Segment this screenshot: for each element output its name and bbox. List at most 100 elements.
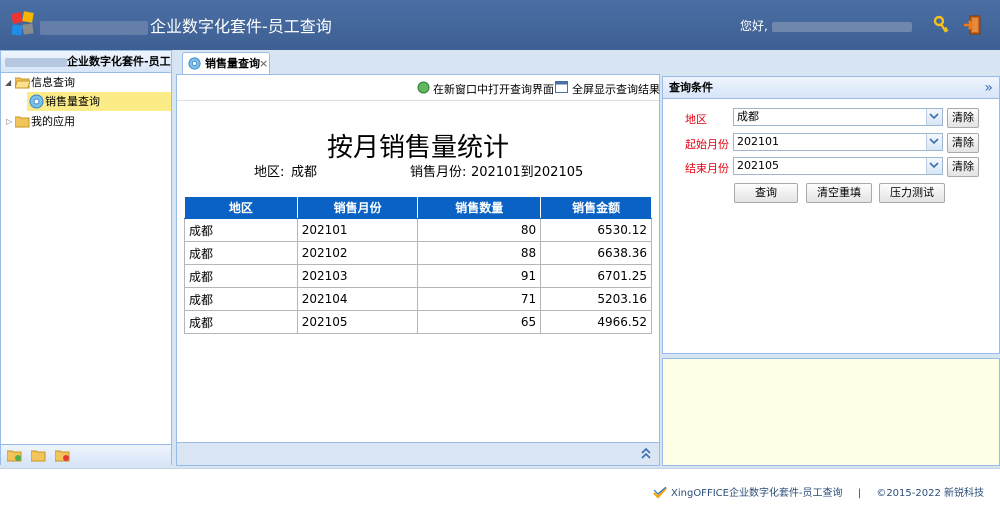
- column-header-amount: 销售金额: [540, 196, 652, 219]
- tree-item-info-query[interactable]: ◢ 信息查询: [1, 73, 171, 92]
- footer-separator: |: [857, 488, 862, 499]
- window-icon: [555, 81, 568, 93]
- tree-item-label: 信息查询: [31, 76, 75, 89]
- start-month-select-value: 202101: [737, 135, 779, 148]
- dropdown-arrow-icon[interactable]: [926, 109, 942, 125]
- tree-item-sales-query[interactable]: 销售量查询: [27, 92, 171, 111]
- region-value: 成都: [291, 165, 318, 180]
- table-row: 成都 202101 80 6530.12: [184, 218, 652, 242]
- end-month-field-label: 结束月份: [685, 162, 729, 175]
- report-title: 按月销售量统计: [326, 133, 509, 163]
- app-logo-icon: [11, 11, 34, 36]
- app-title: 企业数字化套件-员工查询: [40, 13, 332, 37]
- app-header: 企业数字化套件-员工查询 您好,: [0, 0, 1000, 50]
- tree-item-my-apps[interactable]: ▷ 我的应用: [1, 112, 171, 131]
- dropdown-arrow-icon[interactable]: [926, 158, 942, 174]
- report-panel: 在新窗口中打开查询界面 全屏显示查询结果 按月销售量统计 地区: 成都 销售月份…: [176, 74, 660, 466]
- tab-label: 销售量查询: [205, 57, 260, 70]
- cell-month: 202101: [296, 218, 419, 242]
- footer-product: XingOFFICE企业数字化套件-员工查询: [671, 488, 843, 499]
- query-panel-header: 查询条件 »: [663, 77, 999, 99]
- cell-amount: 6701.25: [540, 264, 652, 288]
- user-greeting: 您好,: [740, 17, 912, 34]
- table-row: 成都 202104 71 5203.16: [184, 287, 652, 311]
- collapse-arrow-icon[interactable]: ▷: [6, 112, 12, 131]
- redacted-username: [771, 21, 912, 32]
- redacted-brand: [40, 20, 148, 35]
- cell-region: 成都: [184, 241, 298, 265]
- cell-month: 202102: [296, 241, 419, 265]
- key-icon[interactable]: [932, 15, 950, 35]
- open-new-window-label: 在新窗口中打开查询界面: [433, 83, 554, 96]
- fullscreen-label: 全屏显示查询结果: [572, 83, 660, 96]
- start-month-field-label: 起始月份: [685, 138, 729, 151]
- sales-table: 地区 销售月份 销售数量 销售金额 成都 202101 80 6530.12 成都 20…: [184, 196, 652, 334]
- tab-sales-query[interactable]: 销售量查询 ×: [182, 52, 270, 75]
- query-panel-title: 查询条件: [669, 81, 713, 94]
- collapse-panel-icon[interactable]: »: [984, 77, 993, 99]
- region-field-label: 地区: [685, 113, 707, 126]
- query-panel: 查询条件 » 地区 成都 清除 起始月份 202101 清除 结束月份 2021…: [662, 76, 1000, 354]
- gear-globe-icon: [188, 57, 201, 70]
- cell-quantity: 71: [417, 287, 542, 311]
- double-chevron-up-icon[interactable]: [641, 448, 651, 459]
- dropdown-arrow-icon[interactable]: [926, 134, 942, 150]
- query-info-panel: [662, 358, 1000, 466]
- page-footer: XingOFFICE企业数字化套件-员工查询 | ©2015-2022 新锐科技: [0, 468, 1000, 508]
- cell-region: 成都: [184, 287, 298, 311]
- region-label: 地区:: [254, 165, 285, 180]
- region-select-value: 成都: [737, 110, 759, 123]
- cell-quantity: 80: [417, 218, 542, 242]
- tab-close-icon[interactable]: ×: [259, 53, 268, 74]
- globe-icon: [417, 81, 430, 94]
- table-row: 成都 202103 91 6701.25: [184, 264, 652, 288]
- edit-folder-icon[interactable]: [31, 449, 46, 462]
- clear-start-month-button[interactable]: 清除: [947, 133, 979, 153]
- cell-amount: 5203.16: [540, 287, 652, 311]
- exit-icon[interactable]: [962, 14, 984, 36]
- table-header-row: 地区 销售月份 销售数量 销售金额: [184, 196, 652, 219]
- end-month-select[interactable]: 202105: [733, 157, 943, 175]
- table-row: 成都 202105 65 4966.52: [184, 310, 652, 334]
- end-month-select-value: 202105: [737, 159, 779, 172]
- footer-copyright: ©2015-2022 新锐科技: [876, 488, 984, 499]
- cell-quantity: 91: [417, 264, 542, 288]
- navigation-toolbar: [1, 444, 171, 465]
- redacted-brand: [5, 57, 67, 67]
- open-folder-icon: [15, 77, 30, 89]
- delete-folder-icon[interactable]: [55, 449, 70, 462]
- add-folder-icon[interactable]: [7, 449, 22, 462]
- column-header-region: 地区: [184, 196, 298, 219]
- start-month-select[interactable]: 202101: [733, 133, 943, 151]
- folder-icon: [15, 116, 30, 128]
- gear-globe-icon: [29, 94, 44, 109]
- tree-item-label: 我的应用: [31, 115, 75, 128]
- footer-text: XingOFFICE企业数字化套件-员工查询 | ©2015-2022 新锐科技: [653, 484, 984, 499]
- search-button[interactable]: 查询: [734, 183, 798, 203]
- region-select[interactable]: 成都: [733, 108, 943, 126]
- column-header-quantity: 销售数量: [417, 196, 542, 219]
- cell-amount: 4966.52: [540, 310, 652, 334]
- cell-region: 成都: [184, 264, 298, 288]
- greeting-text: 您好,: [740, 19, 768, 33]
- cell-region: 成都: [184, 218, 298, 242]
- navigation-panel-title: 企业数字化套件-员工查: [1, 51, 171, 73]
- clear-region-button[interactable]: 清除: [947, 108, 979, 128]
- clear-end-month-button[interactable]: 清除: [947, 157, 979, 177]
- navigation-panel: 企业数字化套件-员工查 ◢ 信息查询 销售量查询 ▷ 我的应用: [0, 50, 172, 465]
- month-label: 销售月份:: [410, 165, 467, 180]
- column-header-month: 销售月份: [296, 196, 419, 219]
- month-value: 202101到202105: [471, 165, 584, 180]
- cell-month: 202103: [296, 264, 419, 288]
- cell-amount: 6530.12: [540, 218, 652, 242]
- app-title-text: 企业数字化套件-员工查询: [150, 17, 332, 36]
- reset-button[interactable]: 清空重填: [806, 183, 872, 203]
- table-row: 成都 202102 88 6638.36: [184, 241, 652, 265]
- cell-month: 202105: [296, 310, 419, 334]
- tab-strip: [176, 50, 1000, 74]
- expand-arrow-icon[interactable]: ◢: [5, 73, 11, 92]
- cell-region: 成都: [184, 310, 298, 334]
- stress-test-button[interactable]: 压力测试: [879, 183, 945, 203]
- cell-month: 202104: [296, 287, 419, 311]
- cell-amount: 6638.36: [540, 241, 652, 265]
